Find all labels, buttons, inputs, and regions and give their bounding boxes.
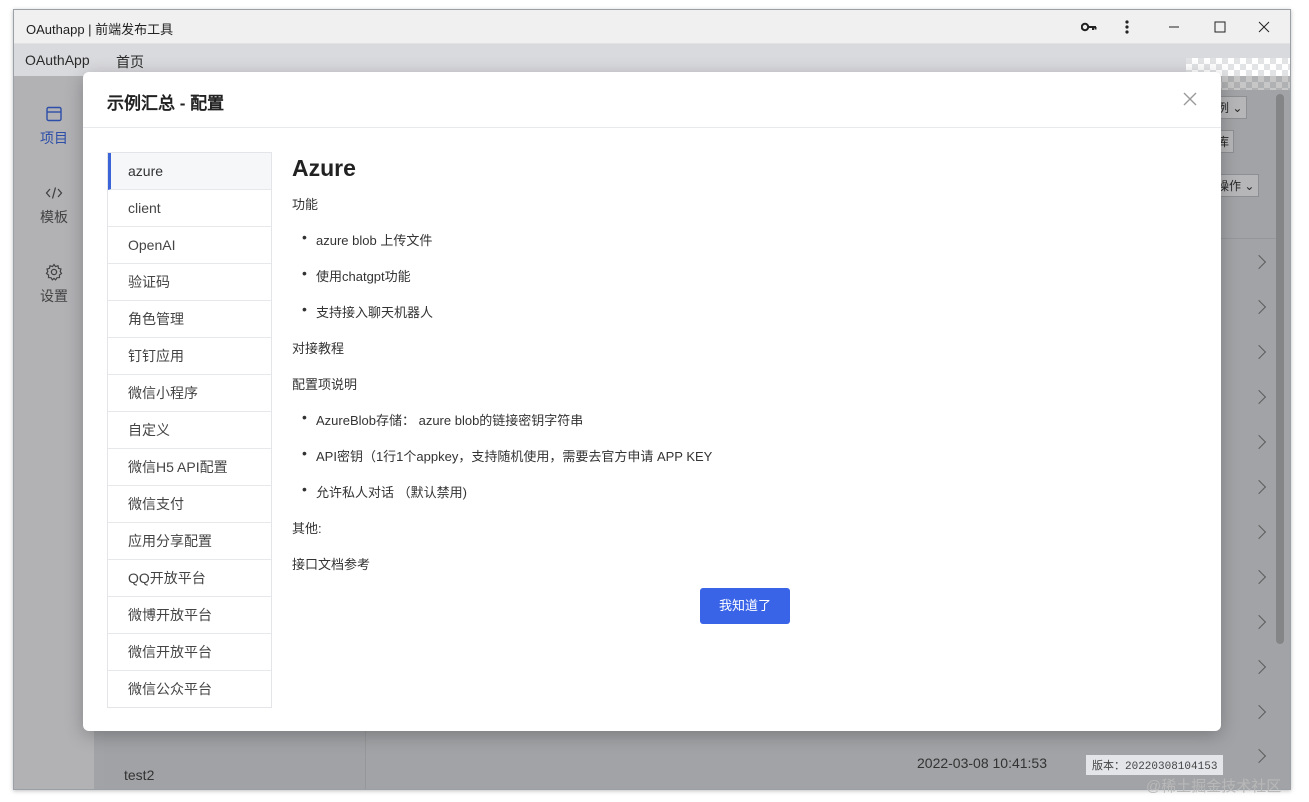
menu-item-openai[interactable]: OpenAI <box>108 227 271 264</box>
dialog-header: 示例汇总 - 配置 <box>83 72 1221 128</box>
menu-item-wechat-official[interactable]: 微信公众平台 <box>108 671 271 708</box>
dialog-title: 示例汇总 - 配置 <box>107 94 225 113</box>
config-label: 配置项说明 <box>292 377 358 392</box>
close-window-button[interactable] <box>1242 14 1286 40</box>
menu-item-share-config[interactable]: 应用分享配置 <box>108 523 271 560</box>
more-vertical-icon[interactable] <box>1105 14 1149 40</box>
features-label: 功能 <box>292 197 319 212</box>
tutorial-link[interactable]: 对接教程 <box>292 338 344 357</box>
config-item: 允许私人对话 （默认禁用) <box>302 481 467 501</box>
menu-item-captcha[interactable]: 验证码 <box>108 264 271 301</box>
minimize-button[interactable] <box>1152 14 1196 40</box>
menu-item-client[interactable]: client <box>108 190 271 227</box>
api-doc-link[interactable]: 接口文档参考 <box>292 554 370 573</box>
other-label: 其他: <box>292 521 322 536</box>
menu-item-dingtalk[interactable]: 钉钉应用 <box>108 338 271 375</box>
window-title: OAuthapp | 前端发布工具 <box>26 22 174 37</box>
menu-item-wechat-open-platform[interactable]: 微信开放平台 <box>108 634 271 671</box>
menu-item-wechat-pay[interactable]: 微信支付 <box>108 486 271 523</box>
version-badge: 版本：20220308104153 <box>1086 755 1224 775</box>
menu-item-wechat-miniprogram[interactable]: 微信小程序 <box>108 375 271 412</box>
doc-heading: Azure <box>292 155 356 181</box>
menu-item-qq-platform[interactable]: QQ开放平台 <box>108 560 271 597</box>
title-bar: OAuthapp | 前端发布工具 <box>14 10 1290 44</box>
doc-content: Azure 功能 azure blob 上传文件 使用chatgpt功能 支持接… <box>292 152 1172 572</box>
config-dialog: 示例汇总 - 配置 azure client OpenAI 验证码 角色管理 钉… <box>83 72 1221 731</box>
close-icon[interactable] <box>1179 88 1201 110</box>
config-item: AzureBlob存储： azure blob的链接密钥字符串 <box>302 409 583 429</box>
watermark: @稀土掘金技术社区 <box>1146 778 1282 795</box>
menu-item-wechat-h5[interactable]: 微信H5 API配置 <box>108 449 271 486</box>
menu-home[interactable]: 首页 <box>116 52 144 72</box>
menu-item-roles[interactable]: 角色管理 <box>108 301 271 338</box>
feature-item: 支持接入聊天机器人 <box>302 301 433 321</box>
confirm-button[interactable]: 我知道了 <box>700 588 790 624</box>
feature-item: 使用chatgpt功能 <box>302 265 411 285</box>
example-menu: azure client OpenAI 验证码 角色管理 钉钉应用 微信小程序 … <box>107 152 272 708</box>
menu-item-weibo-platform[interactable]: 微博开放平台 <box>108 597 271 634</box>
config-item: API密钥（1行1个appkey，支持随机使用，需要去官方申请 APP KEY <box>302 445 712 465</box>
menu-item-custom[interactable]: 自定义 <box>108 412 271 449</box>
project-item[interactable]: test2 <box>124 767 154 783</box>
maximize-button[interactable] <box>1198 14 1242 40</box>
app-name[interactable]: OAuthApp <box>25 52 90 68</box>
feature-item: azure blob 上传文件 <box>302 229 432 249</box>
menu-item-azure[interactable]: azure <box>108 153 271 190</box>
release-date: 2022-03-08 10:41:53 <box>917 755 1047 771</box>
